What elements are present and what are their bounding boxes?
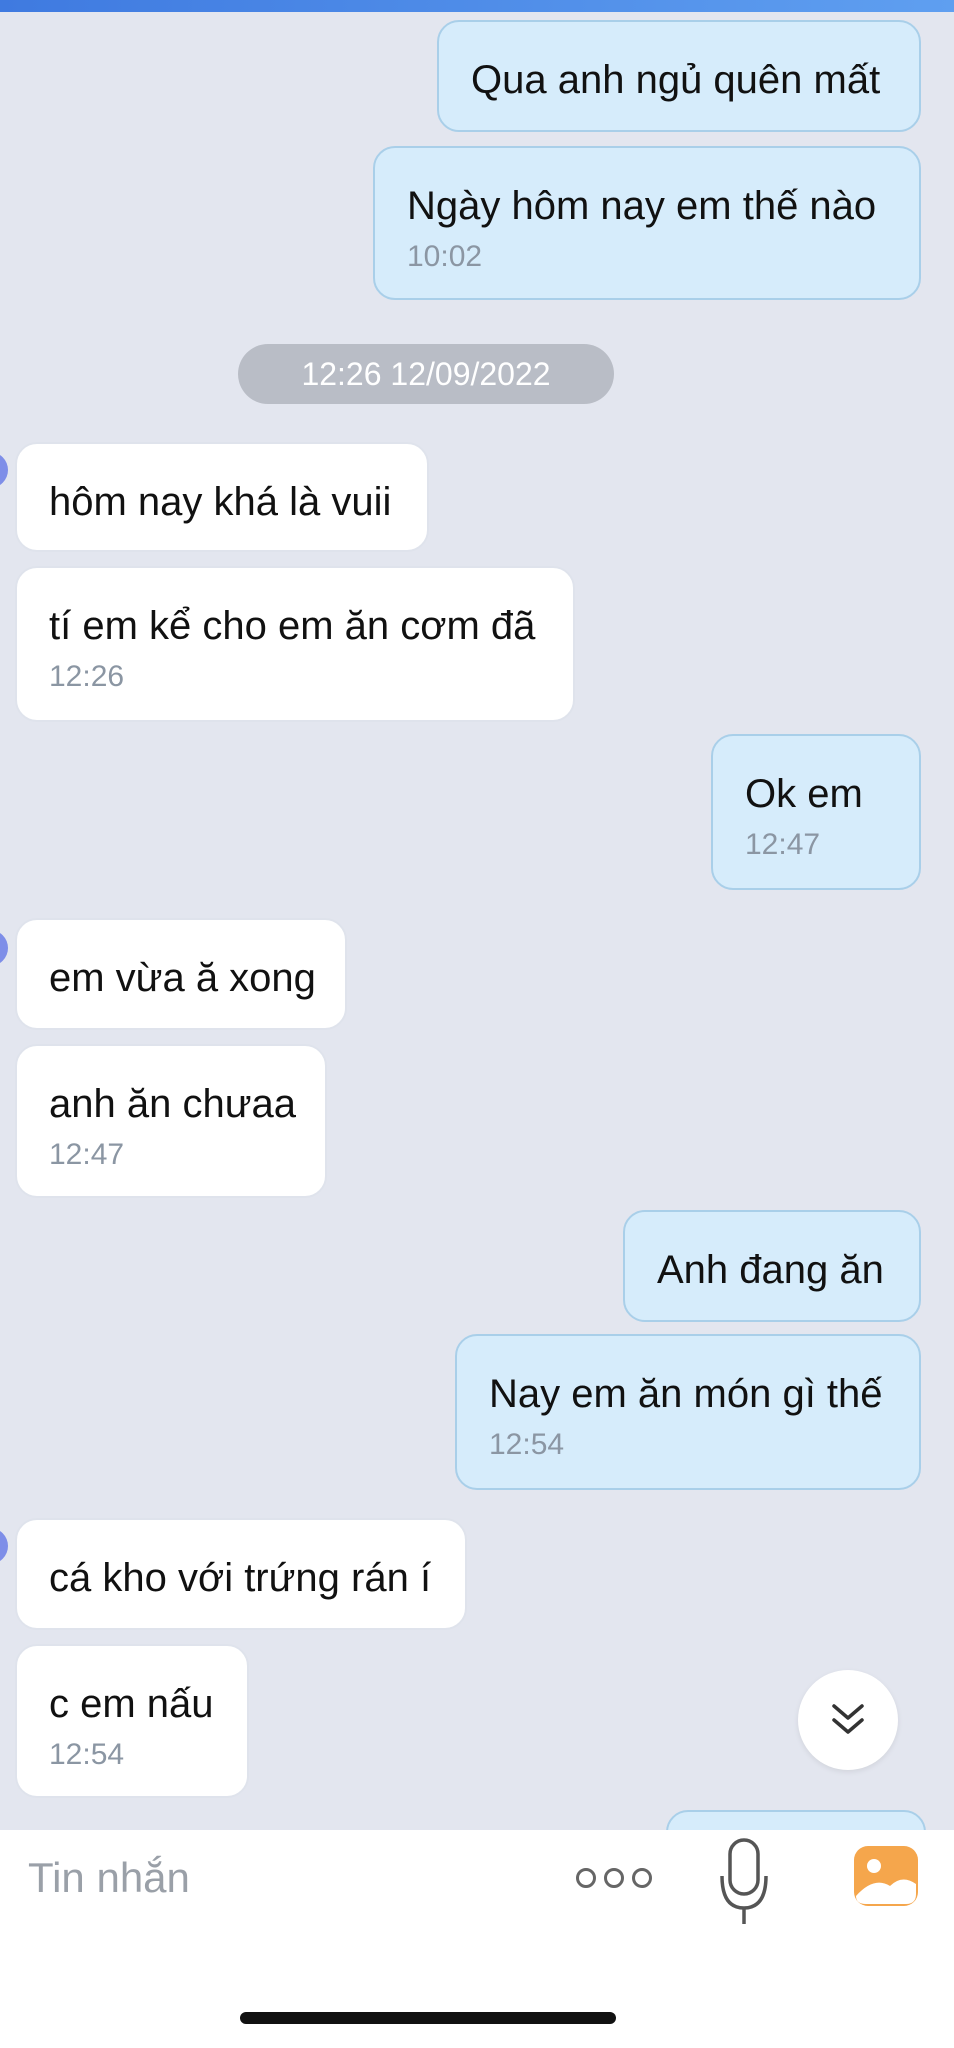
message-text: em vừa ă xong — [49, 956, 316, 1000]
image-gallery-button[interactable] — [852, 1844, 920, 1908]
message-bubble-incoming[interactable]: tí em kể cho em ăn cơm đã 12:26 — [15, 566, 575, 722]
more-dots-icon — [604, 1868, 624, 1888]
message-bubble-outgoing[interactable]: Ngày hôm nay em thế nào 10:02 — [373, 146, 921, 300]
sender-avatar[interactable] — [0, 452, 8, 488]
message-bubble-outgoing[interactable]: Qua anh ngủ quên mất — [437, 20, 921, 132]
more-dots-icon — [632, 1868, 652, 1888]
message-time: 12:47 — [745, 828, 821, 861]
message-input[interactable] — [28, 1850, 528, 1906]
message-bubble-incoming[interactable]: c em nấu 12:54 — [15, 1644, 249, 1798]
message-text: Ngày hôm nay em thế nào — [407, 184, 877, 228]
message-bubble-outgoing[interactable]: Nay em ăn món gì thế 12:54 — [455, 1334, 921, 1490]
message-bubble-incoming[interactable]: em vừa ă xong — [15, 918, 347, 1030]
date-separator: 12:26 12/09/2022 — [238, 344, 614, 404]
voice-record-button[interactable] — [716, 1830, 772, 1930]
image-gallery-icon — [854, 1846, 918, 1906]
more-dots-icon — [576, 1868, 596, 1888]
message-text: tí em kể cho em ăn cơm đã — [49, 604, 536, 648]
message-bubble-outgoing[interactable]: Anh đang ăn — [623, 1210, 921, 1322]
message-text: cá kho với trứng rán í — [49, 1556, 432, 1600]
message-text: Ok em — [745, 772, 863, 816]
message-bubble-outgoing[interactable]: Ok em 12:47 — [711, 734, 921, 890]
message-bubble-incoming[interactable]: hôm nay khá là vuii — [15, 442, 429, 552]
home-indicator — [240, 2012, 616, 2024]
message-time: 12:47 — [49, 1138, 125, 1171]
scroll-to-bottom-button[interactable] — [798, 1670, 898, 1770]
message-time: 12:54 — [49, 1738, 125, 1771]
double-chevron-down-icon — [832, 1704, 864, 1734]
message-bubble-incoming[interactable]: anh ăn chưaa 12:47 — [15, 1044, 327, 1198]
more-options-button[interactable] — [576, 1860, 652, 1896]
message-text: anh ăn chưaa — [49, 1082, 296, 1126]
sender-avatar[interactable] — [0, 1528, 8, 1564]
message-bubble-incoming[interactable]: cá kho với trứng rán í — [15, 1518, 467, 1630]
message-list[interactable]: Qua anh ngủ quên mất Ngày hôm nay em thế… — [0, 0, 954, 1874]
message-text: Qua anh ngủ quên mất — [471, 58, 881, 102]
message-time: 12:26 — [49, 660, 125, 693]
message-text: hôm nay khá là vuii — [49, 480, 392, 524]
message-text: c em nấu — [49, 1682, 214, 1726]
message-text: Nay em ăn món gì thế — [489, 1372, 883, 1416]
microphone-icon — [720, 1838, 768, 1924]
message-time: 12:54 — [489, 1428, 565, 1461]
sender-avatar[interactable] — [0, 930, 8, 966]
message-time: 10:02 — [407, 240, 483, 273]
message-text: Anh đang ăn — [657, 1248, 884, 1292]
